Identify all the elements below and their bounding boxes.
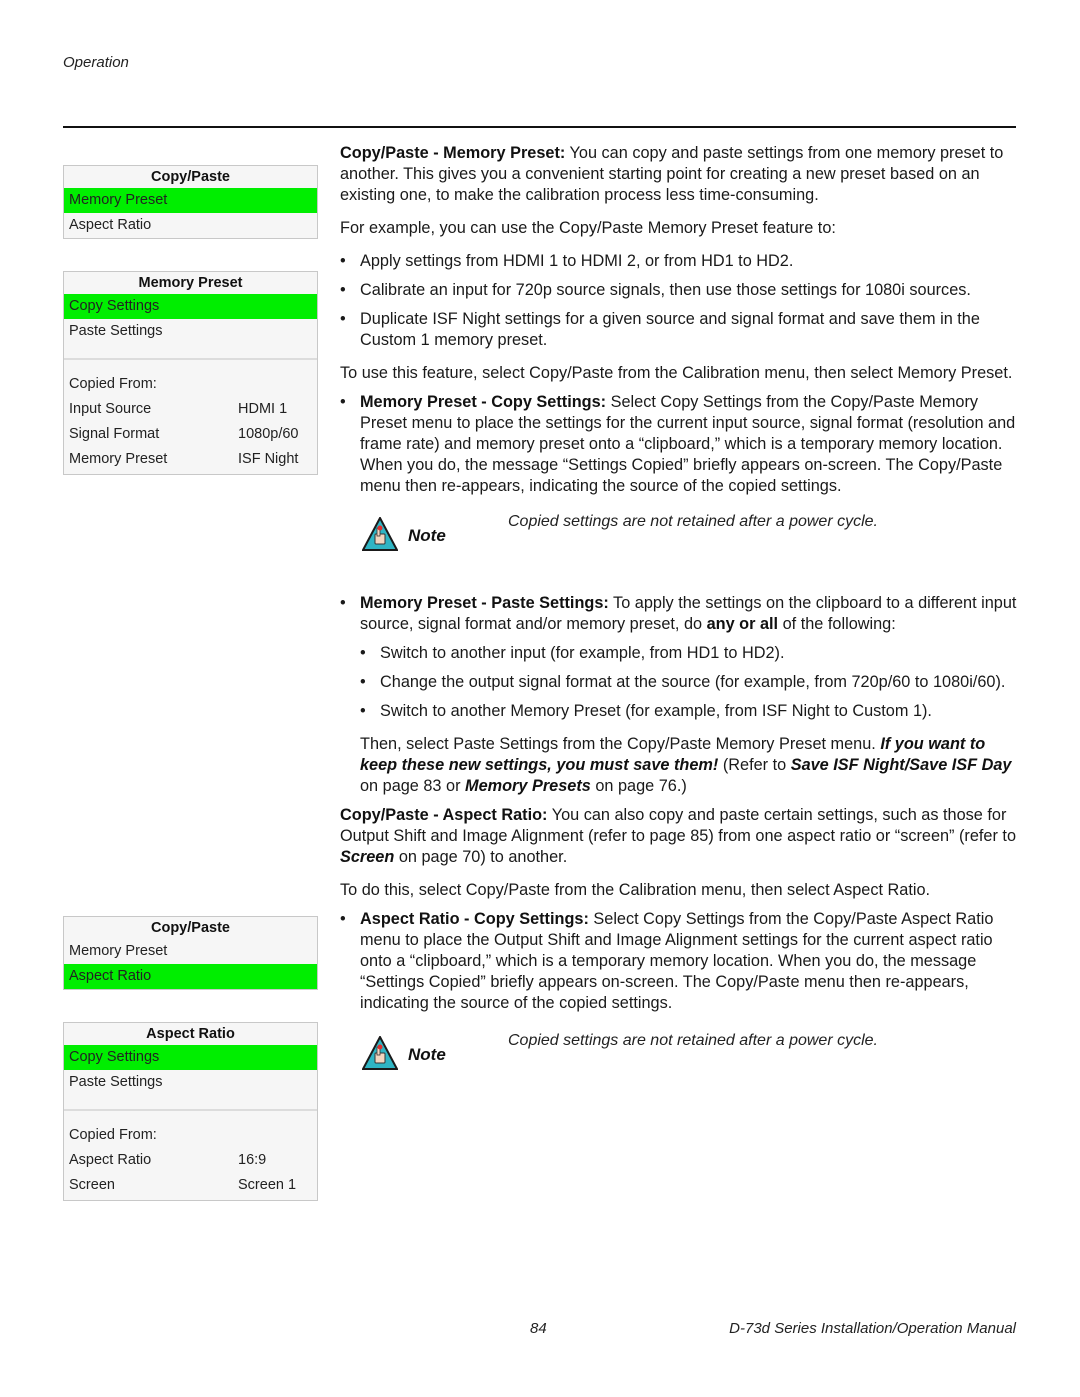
osd-item-paste-settings[interactable]: Paste Settings <box>64 319 317 344</box>
main-content: Copy/Paste - Memory Preset: You can copy… <box>340 143 1018 1112</box>
running-header: Operation <box>63 54 129 71</box>
list-item: Switch to another input (for example, fr… <box>360 643 1018 664</box>
osd-item-copy-settings[interactable]: Copy Settings <box>64 1045 317 1070</box>
cross-reference-link[interactable]: Memory Presets <box>465 777 591 795</box>
info-row-memory-preset: Memory Preset ISF Night <box>64 447 317 472</box>
list-item: Change the output signal format at the s… <box>360 672 1018 693</box>
osd-item-aspect-ratio[interactable]: Aspect Ratio <box>64 964 317 989</box>
info-value: HDMI 1 <box>238 401 288 417</box>
note-text: Copied settings are not retained after a… <box>508 513 878 530</box>
term: Memory Preset - Copy Settings: <box>360 393 607 411</box>
manual-title: D-73d Series Installation/Operation Manu… <box>729 1320 1016 1337</box>
info-value: 16:9 <box>238 1152 267 1168</box>
note-text: Copied settings are not retained after a… <box>508 1032 878 1049</box>
header-rule <box>63 126 1016 128</box>
note-hand-icon <box>362 517 398 551</box>
cross-reference-link[interactable]: Save ISF Night/Save ISF Day <box>791 756 1012 774</box>
paragraph-example-intro: For example, you can use the Copy/Paste … <box>340 219 836 237</box>
osd-menu-copy-paste-2: Copy/Paste Memory Preset Aspect Ratio <box>63 916 318 990</box>
paragraph-aspect-usage: To do this, select Copy/Paste from the C… <box>340 881 931 899</box>
info-label: Screen <box>69 1177 115 1193</box>
osd-menu-memory-preset: Memory Preset Copy Settings Paste Settin… <box>63 271 318 475</box>
note-callout: Note Copied settings are not retained af… <box>340 1028 1018 1088</box>
info-row-aspect-ratio: Aspect Ratio 16:9 <box>64 1148 317 1173</box>
info-row-screen: Screen Screen 1 <box>64 1173 317 1198</box>
term: Copy/Paste - Memory Preset: <box>340 144 566 162</box>
info-value: 1080p/60 <box>238 426 299 442</box>
osd-item-memory-preset[interactable]: Memory Preset <box>64 188 317 213</box>
term: Aspect Ratio - Copy Settings: <box>360 910 589 928</box>
term: Memory Preset - Paste Settings: <box>360 594 609 612</box>
paragraph-copy-paste-aspect-ratio: Copy/Paste - Aspect Ratio: You can also … <box>340 806 1017 866</box>
paragraph-usage: To use this feature, select Copy/Paste f… <box>340 364 1013 382</box>
list-item-memory-preset-copy: Memory Preset - Copy Settings: Select Co… <box>340 392 1018 497</box>
cross-reference-link[interactable]: Screen <box>340 848 394 866</box>
osd-menu-aspect-ratio: Aspect Ratio Copy Settings Paste Setting… <box>63 1022 318 1201</box>
osd-menu-title: Copy/Paste <box>151 169 230 185</box>
info-label: Memory Preset <box>69 451 168 467</box>
osd-item-copy-settings[interactable]: Copy Settings <box>64 294 317 319</box>
osd-menu-copy-paste: Copy/Paste Memory Preset Aspect Ratio <box>63 165 318 239</box>
info-value: ISF Night <box>238 451 299 467</box>
page-number: 84 <box>530 1320 547 1337</box>
note-label: Note <box>408 1045 446 1064</box>
note-hand-icon <box>362 1036 398 1070</box>
note-callout: Note Copied settings are not retained af… <box>340 509 1018 569</box>
paragraph-copy-paste-memory-preset: Copy/Paste - Memory Preset: You can copy… <box>340 144 1004 204</box>
osd-menu-title: Memory Preset <box>138 275 243 291</box>
copied-from-label: Copied From: <box>69 376 157 392</box>
osd-item-paste-settings[interactable]: Paste Settings <box>64 1070 317 1095</box>
osd-item-memory-preset[interactable]: Memory Preset <box>64 939 317 964</box>
list-item-memory-preset-paste: Memory Preset - Paste Settings: To apply… <box>340 593 1018 635</box>
info-row-input-source: Input Source HDMI 1 <box>64 397 317 422</box>
info-label: Aspect Ratio <box>69 1152 152 1168</box>
osd-menu-title: Copy/Paste <box>151 920 230 936</box>
info-label: Input Source <box>69 401 152 417</box>
osd-item-aspect-ratio[interactable]: Aspect Ratio <box>64 213 317 238</box>
paragraph-then-paste: Then, select Paste Settings from the Cop… <box>360 735 1012 795</box>
note-label: Note <box>408 526 446 545</box>
list-item: Duplicate ISF Night settings for a given… <box>340 309 1018 351</box>
list-item: Calibrate an input for 720p source signa… <box>340 280 1018 301</box>
list-item-aspect-ratio-copy: Aspect Ratio - Copy Settings: Select Cop… <box>340 909 1018 1014</box>
info-value: Screen 1 <box>238 1177 297 1193</box>
list-item: Apply settings from HDMI 1 to HDMI 2, or… <box>340 251 1018 272</box>
osd-menu-title: Aspect Ratio <box>146 1026 235 1042</box>
info-label: Signal Format <box>69 426 160 442</box>
copied-from-label: Copied From: <box>69 1127 157 1143</box>
list-item: Switch to another Memory Preset (for exa… <box>360 701 1018 722</box>
term: Copy/Paste - Aspect Ratio: <box>340 806 548 824</box>
info-row-signal-format: Signal Format 1080p/60 <box>64 422 317 447</box>
